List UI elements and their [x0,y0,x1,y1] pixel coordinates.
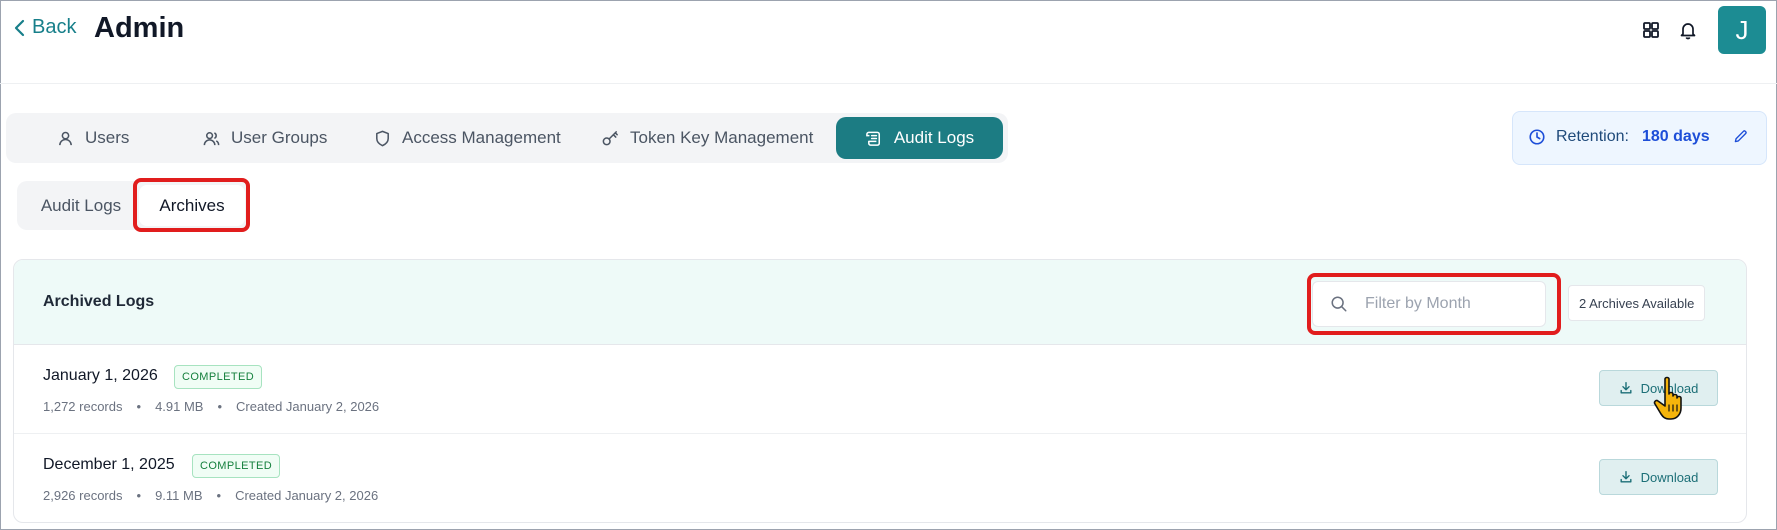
tab-label: Token Key Management [630,128,814,147]
table-row: January 1, 2026 COMPLETED 1,272 records •… [14,345,1746,434]
file-size: 9.11 MB [155,488,203,503]
retention-card: Retention: 180 days [1512,111,1767,165]
main-tabs: Users User Groups Access Management Toke… [6,113,1008,163]
shield-icon [376,130,389,146]
page-header: Back Admin J [0,0,1777,84]
download-label: Download [1640,380,1699,396]
tab-label: User Groups [231,128,328,147]
clock-icon [1529,129,1545,145]
archived-logs-panel: Archived Logs 2 Archives Available Janua… [13,259,1747,523]
sub-tabs: Audit Logs Archives [17,181,250,230]
created-date: Created January 2, 2026 [236,399,380,414]
archive-meta: 1,272 records • 4.91 MB • Created January … [43,399,380,414]
users-icon [203,131,220,145]
page-title: Admin [94,12,185,44]
table-row: December 1, 2025 COMPLETED 2,926 records… [14,434,1746,522]
back-button[interactable]: Back [12,16,76,39]
archive-month: January 1, 2026 [43,367,158,384]
subtab-label: Audit Logs [40,195,122,215]
archive-meta: 2,926 records • 9.11 MB • Created January … [43,488,379,503]
archives-count-badge: 2 Archives Available [1568,285,1706,321]
download-button[interactable]: Download [1599,459,1718,495]
retention-value: 180 days [1642,128,1710,145]
user-icon [59,131,72,145]
created-date: Created January 2, 2026 [235,488,379,503]
tab-audit-logs[interactable]: Audit Logs [836,117,1003,159]
status-badge: COMPLETED [174,365,263,389]
bell-icon[interactable] [1678,20,1698,40]
panel-header: Archived Logs 2 Archives Available [14,260,1746,345]
download-icon [1620,382,1632,394]
download-icon [1620,471,1632,483]
tab-label: Access Management [402,128,561,147]
archive-month: December 1, 2025 [43,456,175,473]
chevron-left-icon [14,19,25,36]
download-button[interactable]: Download [1599,370,1718,406]
tab-label: Users [85,128,130,147]
record-count: 2,926 records [43,488,123,503]
download-label: Download [1640,469,1699,485]
panel-title: Archived Logs [43,293,155,310]
tab-label: Audit Logs [893,128,975,147]
subtab-label: Archives [159,195,225,215]
retention-label: Retention: [1556,128,1629,145]
tab-access-management[interactable]: Access Management [373,113,561,163]
key-icon [602,130,618,145]
status-badge: COMPLETED [192,454,281,478]
file-size: 4.91 MB [155,399,204,414]
tab-token-key-management[interactable]: Token Key Management [601,113,813,163]
scroll-icon [865,131,880,146]
search-icon [1331,296,1347,312]
avatar[interactable]: J [1718,6,1766,54]
grid-icon[interactable] [1641,20,1661,40]
tab-user-groups[interactable]: User Groups [202,113,327,163]
pencil-icon[interactable] [1732,128,1749,145]
back-label: Back [32,16,77,38]
tab-users[interactable]: Users [56,113,129,163]
month-filter [1312,281,1546,327]
record-count: 1,272 records [43,399,123,414]
subtab-audit-logs[interactable]: Audit Logs [17,181,145,230]
filter-by-month-input[interactable] [1363,290,1537,318]
subtab-archives[interactable]: Archives [139,185,245,226]
avatar-initial: J [1735,14,1749,45]
